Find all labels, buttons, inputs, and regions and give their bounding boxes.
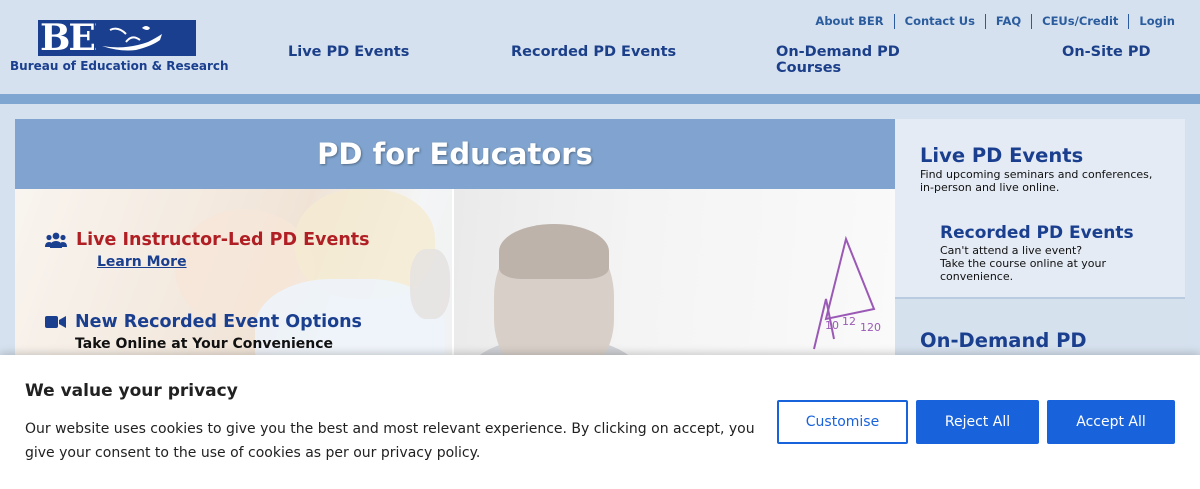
- about-link[interactable]: About BER: [805, 14, 893, 29]
- nav-on-site-pd[interactable]: On-Site PD: [1062, 44, 1151, 60]
- whiteboard-mark-12: 12: [842, 315, 856, 328]
- cookie-title: We value your privacy: [25, 381, 238, 401]
- whiteboard-mark-120: 120: [860, 321, 881, 334]
- reject-all-button[interactable]: Reject All: [916, 400, 1039, 444]
- sidebar-live-description: Find upcoming seminars and conferences, …: [920, 168, 1152, 194]
- utility-nav: About BER Contact Us FAQ CEUs/Credit Log…: [805, 14, 1175, 29]
- faq-link[interactable]: FAQ: [984, 14, 1031, 29]
- lamp-icon: [96, 20, 168, 56]
- ceus-credit-link[interactable]: CEUs/Credit: [1031, 14, 1128, 29]
- nav-recorded-pd-events[interactable]: Recorded PD Events: [511, 44, 676, 60]
- nav-on-demand-pd-courses[interactable]: On-Demand PD Courses: [776, 44, 900, 76]
- nav-on-demand-line2: Courses: [776, 60, 842, 76]
- accept-all-button[interactable]: Accept All: [1047, 400, 1175, 444]
- feature-recorded-title[interactable]: New Recorded Event Options: [75, 312, 362, 332]
- logo-subtitle: Bureau of Education & Research: [10, 59, 229, 73]
- sidebar-live-line2: in-person and live online.: [920, 181, 1060, 194]
- feature-live-title[interactable]: Live Instructor-Led PD Events: [76, 230, 370, 250]
- learn-more-link[interactable]: Learn More: [97, 254, 187, 270]
- cookie-text: Our website uses cookies to give you the…: [25, 421, 755, 461]
- customise-button[interactable]: Customise: [777, 400, 908, 444]
- sidebar-recorded-line2: Take the course online at your: [940, 257, 1107, 270]
- sidebar-recorded-description: Can't attend a live event? Take the cour…: [940, 244, 1106, 283]
- site-header: BER Bureau of Education & Research About…: [0, 0, 1200, 94]
- cookie-consent-banner: We value your privacy Our website uses c…: [0, 355, 1200, 489]
- feature-recorded-events: New Recorded Event Options: [45, 312, 362, 332]
- sidebar-recorded-pd-events[interactable]: Recorded PD Events: [940, 223, 1134, 243]
- feature-live-instructor-led: Live Instructor-Led PD Events: [45, 230, 370, 250]
- page-title: PD for Educators: [317, 137, 593, 171]
- sidebar-recorded-line3: convenience.: [940, 270, 1014, 283]
- video-camera-icon: [45, 313, 66, 331]
- feature-recorded-subtitle: Take Online at Your Convenience: [75, 336, 334, 352]
- nav-on-demand-line1: On-Demand PD: [776, 44, 900, 60]
- header-divider-bar: [0, 94, 1200, 104]
- whiteboard-mark-10: 10: [825, 319, 839, 332]
- sidebar-on-demand-pd[interactable]: On-Demand PD: [920, 329, 1087, 352]
- sidebar-recorded-line1: Can't attend a live event?: [940, 244, 1083, 257]
- nav-live-pd-events[interactable]: Live PD Events: [288, 44, 409, 60]
- login-link[interactable]: Login: [1128, 14, 1175, 29]
- users-icon: [45, 231, 67, 249]
- sidebar-live-line1: Find upcoming seminars and conferences,: [920, 168, 1153, 181]
- ber-logo[interactable]: BER Bureau of Education & Research: [10, 20, 229, 76]
- contact-link[interactable]: Contact Us: [893, 14, 985, 29]
- sidebar-live-pd-events[interactable]: Live PD Events: [920, 144, 1083, 167]
